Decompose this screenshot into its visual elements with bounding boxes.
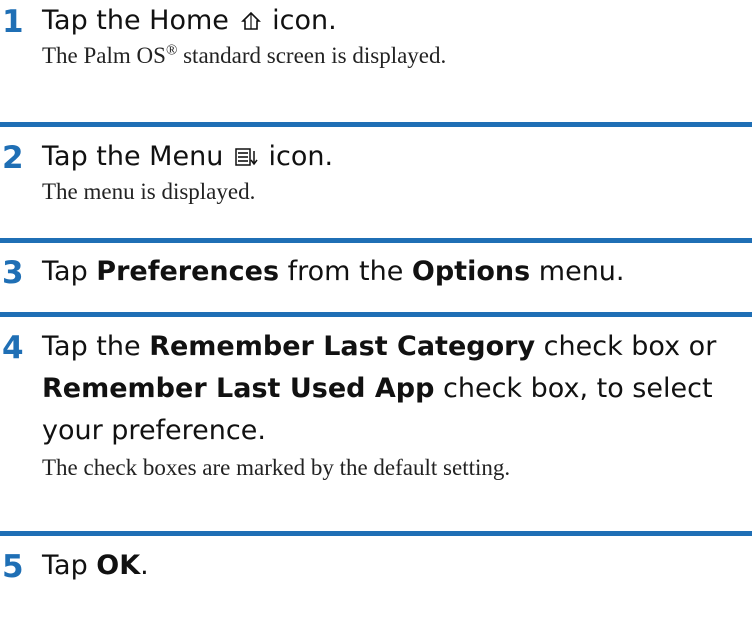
instruction-text: Tap the Menu <box>42 141 224 172</box>
instruction-text: Tap <box>42 256 97 287</box>
instruction-text: Tap the <box>42 331 150 362</box>
preferences-label: Preferences <box>96 256 280 287</box>
remember-last-category-label: Remember Last Category <box>149 331 536 362</box>
note-text: The Palm OS <box>42 43 166 68</box>
instruction-document: 1 Tap the Home icon. The Palm OS® standa… <box>0 0 752 627</box>
instruction-text: Tap <box>42 550 97 581</box>
step-number: 2 <box>2 140 24 176</box>
step-divider <box>0 312 752 317</box>
instruction-text: from the <box>279 256 412 287</box>
instruction-text: icon. <box>272 5 337 36</box>
menu-icon <box>234 139 258 181</box>
note-text: standard screen is displayed. <box>177 43 447 68</box>
instruction-text: . <box>140 550 149 581</box>
step-number: 1 <box>2 4 24 40</box>
step-divider <box>0 238 752 243</box>
step-note: The Palm OS® standard screen is displaye… <box>42 42 446 70</box>
step-number: 3 <box>2 255 24 291</box>
step-note: The menu is displayed. <box>42 179 256 204</box>
step-instruction: Tap the Menu icon. <box>42 136 750 181</box>
instruction-text: menu. <box>530 256 625 287</box>
remember-last-used-app-label: Remember Last Used App <box>42 373 435 404</box>
options-label: Options <box>411 256 531 287</box>
step-instruction: Tap OK. <box>42 545 750 587</box>
step-instruction: Tap the Home icon. <box>42 0 750 45</box>
instruction-text: icon. <box>268 141 334 172</box>
instruction-text: Tap the Home <box>42 5 229 36</box>
ok-label: OK <box>96 550 141 581</box>
step-instruction: Tap Preferences from the Options menu. <box>42 251 750 293</box>
home-icon <box>240 3 262 45</box>
step-divider <box>0 531 752 536</box>
step-number: 4 <box>2 330 24 366</box>
registered-mark: ® <box>165 42 178 59</box>
step-note: The check boxes are marked by the defaul… <box>42 455 511 480</box>
step-instruction: Tap the Remember Last Category check box… <box>42 326 750 452</box>
step-divider <box>0 122 752 127</box>
instruction-text: check box or <box>535 331 717 362</box>
step-number: 5 <box>2 549 24 585</box>
